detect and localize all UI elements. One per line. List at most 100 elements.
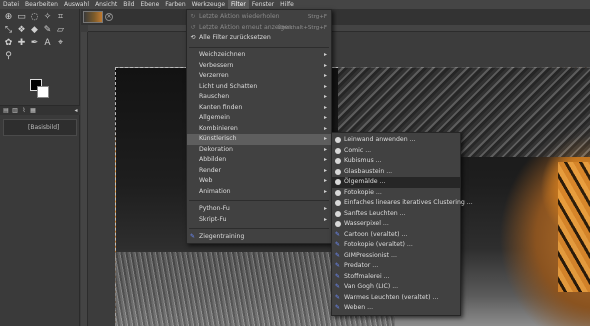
submenu-item-van-gogh[interactable]: ✎ Van Gogh (LIC) ... <box>332 282 460 293</box>
submenu-item-warmes-leuchten[interactable]: ✎ Warmes Leuchten (veraltet) ... <box>332 293 460 304</box>
menu-bild[interactable]: Bild <box>120 0 137 9</box>
submenu-item-wasserpixel[interactable]: Wasserpixel ... <box>332 219 460 230</box>
submenu-item-fotokopie[interactable]: Fotokopie ... <box>332 188 460 199</box>
menu-item-licht-und-schatten[interactable]: Licht und Schatten ▸ <box>187 82 331 93</box>
crop-tool-icon[interactable]: ⌗ <box>55 12 66 23</box>
submenu-item-sanftes-leuchten[interactable]: Sanftes Leuchten ... <box>332 209 460 220</box>
history-tab-icon[interactable]: ▦ <box>29 107 37 115</box>
color-picker-tool-icon[interactable]: ⌖ <box>55 38 66 49</box>
background-color-swatch[interactable] <box>37 86 49 98</box>
submenu-arrow-icon: ▸ <box>323 114 327 121</box>
menu-werkzeuge[interactable]: Werkzeuge <box>189 0 228 9</box>
plugin-icon: ✎ <box>335 304 341 311</box>
submenu-arrow-icon: ▸ <box>323 156 327 163</box>
dock-tabs: ▤ ▥ ⌇ ▦ ◂ <box>0 105 80 115</box>
submenu-arrow-icon: ▸ <box>323 51 327 58</box>
submenu-item-weben[interactable]: ✎ Weben ... <box>332 303 460 314</box>
move-tool-icon[interactable]: ⊕ <box>3 12 14 23</box>
submenu-arrow-icon: ▸ <box>323 103 327 111</box>
text-tool-icon[interactable]: A <box>42 38 53 49</box>
rect-select-tool-icon[interactable]: ▭ <box>16 12 27 23</box>
layer-name: [Basisbild] <box>28 124 60 131</box>
menu-item-python-fu[interactable]: Python-Fu ▸ <box>187 204 331 215</box>
submenu-arrow-icon: ▸ <box>323 124 327 132</box>
gegl-icon <box>335 147 341 154</box>
submenu-item-glasbaustein[interactable]: Glasbaustein ... <box>332 167 460 178</box>
gegl-icon <box>335 221 341 227</box>
paintbrush-tool-icon[interactable]: ✎ <box>42 25 53 36</box>
submenu-item-leinwand[interactable]: Leinwand anwenden ... <box>332 135 460 146</box>
menu-auswahl[interactable]: Auswahl <box>61 0 92 9</box>
menu-item-allgemein[interactable]: Allgemein ▸ <box>187 113 331 124</box>
vertical-ruler[interactable] <box>81 32 88 326</box>
submenu-item-gimpressionist[interactable]: ✎ GIMPressionist ... <box>332 251 460 262</box>
paths-tab-icon[interactable]: ⌇ <box>20 107 28 115</box>
menu-item-reshow-last[interactable]: ↺ Letzte Aktion erneut anzeigen Umschalt… <box>187 23 331 34</box>
transform-tool-icon[interactable]: ⤡ <box>3 25 14 36</box>
plugin-icon: ✎ <box>190 233 196 240</box>
submenu-arrow-icon: ▸ <box>323 72 327 79</box>
submenu-item-fotokopie-veraltet[interactable]: ✎ Fotokopie (veraltet) ... <box>332 240 460 251</box>
menu-filter[interactable]: Filter <box>228 0 249 9</box>
menu-item-kuenstlerisch[interactable]: Künstlerisch ▸ <box>187 134 331 145</box>
menu-ebene[interactable]: Ebene <box>138 0 163 9</box>
menu-datei[interactable]: Datei <box>0 0 22 9</box>
gegl-icon <box>335 168 341 175</box>
submenu-arrow-icon: ▸ <box>323 215 327 223</box>
reshow-icon: ↺ <box>190 23 196 31</box>
menu-item-ziegentraining[interactable]: ✎ Ziegentraining <box>187 232 331 243</box>
submenu-item-slic[interactable]: Einfaches lineares iteratives Clustering… <box>332 198 473 209</box>
fuzzy-select-tool-icon[interactable]: ✧ <box>42 12 53 23</box>
menu-item-verbessern[interactable]: Verbessern ▸ <box>187 61 331 72</box>
menu-farben[interactable]: Farben <box>162 0 188 9</box>
warp-tool-icon[interactable]: ❖ <box>16 25 27 36</box>
menu-item-abbilden[interactable]: Abbilden ▸ <box>187 155 331 166</box>
menu-hilfe[interactable]: Hilfe <box>277 0 297 9</box>
menu-item-kombinieren[interactable]: Kombinieren ▸ <box>187 124 331 135</box>
menu-item-verzerren[interactable]: Verzerren ▸ <box>187 71 331 82</box>
reset-icon: ⟲ <box>190 34 196 41</box>
menu-item-web[interactable]: Web ▸ <box>187 176 331 187</box>
lasso-tool-icon[interactable]: ◌ <box>29 12 40 23</box>
submenu-item-cartoon[interactable]: ✎ Cartoon (veraltet) ... <box>332 230 460 241</box>
menu-fenster[interactable]: Fenster <box>249 0 277 9</box>
menu-item-kanten-finden[interactable]: Kanten finden ▸ <box>187 103 331 114</box>
menu-item-reset-filters[interactable]: ⟲ Alle Filter zurücksetzen <box>187 33 331 44</box>
menu-item-dekoration[interactable]: Dekoration ▸ <box>187 145 331 156</box>
clone-tool-icon[interactable]: ✿ <box>3 38 14 49</box>
menu-item-rauschen[interactable]: Rauschen ▸ <box>187 92 331 103</box>
submenu-item-oelgemaelde[interactable]: Ölgemälde ... <box>332 177 460 188</box>
channels-tab-icon[interactable]: ▥ <box>11 107 19 115</box>
submenu-item-comic[interactable]: Comic ... <box>332 146 460 157</box>
submenu-item-stoffmalerei[interactable]: ✎ Stoffmalerei ... <box>332 272 460 283</box>
menu-item-skript-fu[interactable]: Skript-Fu ▸ <box>187 215 331 226</box>
menu-item-animation[interactable]: Animation ▸ <box>187 187 331 198</box>
submenu-item-kubismus[interactable]: Kubismus ... <box>332 156 460 167</box>
layer-row[interactable]: [Basisbild] <box>3 119 77 136</box>
menu-item-repeat-last[interactable]: ↻ Letzte Aktion wiederholen Strg+F <box>187 12 331 23</box>
color-swatches[interactable] <box>30 79 52 101</box>
gegl-icon <box>335 137 341 143</box>
artistic-submenu: Leinwand anwenden ... Comic ... Kubismus… <box>331 132 473 316</box>
zoom-tool-icon[interactable]: ⚲ <box>3 51 14 62</box>
menu-item-render[interactable]: Render ▸ <box>187 166 331 177</box>
menu-bearbeiten[interactable]: Bearbeiten <box>22 0 61 9</box>
submenu-arrow-icon: ▸ <box>323 82 327 90</box>
layers-tab-icon[interactable]: ▤ <box>2 107 10 115</box>
submenu-arrow-icon: ▸ <box>323 205 327 212</box>
eraser-tool-icon[interactable]: ▱ <box>55 25 66 36</box>
horizontal-ruler[interactable] <box>88 25 590 32</box>
bucket-fill-tool-icon[interactable]: ◆ <box>29 25 40 36</box>
submenu-item-predator[interactable]: ✎ Predator ... <box>332 261 460 272</box>
close-icon[interactable]: × <box>105 13 113 21</box>
menu-item-weichzeichnen[interactable]: Weichzeichnen ▸ <box>187 50 331 61</box>
menu-ansicht[interactable]: Ansicht <box>92 0 120 9</box>
image-tab-thumbnail[interactable] <box>83 11 103 23</box>
heal-tool-icon[interactable]: ✚ <box>16 38 27 49</box>
repeat-icon: ↻ <box>190 13 196 20</box>
plugin-icon: ✎ <box>335 272 341 280</box>
path-tool-icon[interactable]: ✒ <box>29 38 40 49</box>
plugin-icon: ✎ <box>335 251 341 259</box>
dock-menu-icon[interactable]: ◂ <box>72 107 80 115</box>
submenu-arrow-icon: ▸ <box>323 187 327 195</box>
